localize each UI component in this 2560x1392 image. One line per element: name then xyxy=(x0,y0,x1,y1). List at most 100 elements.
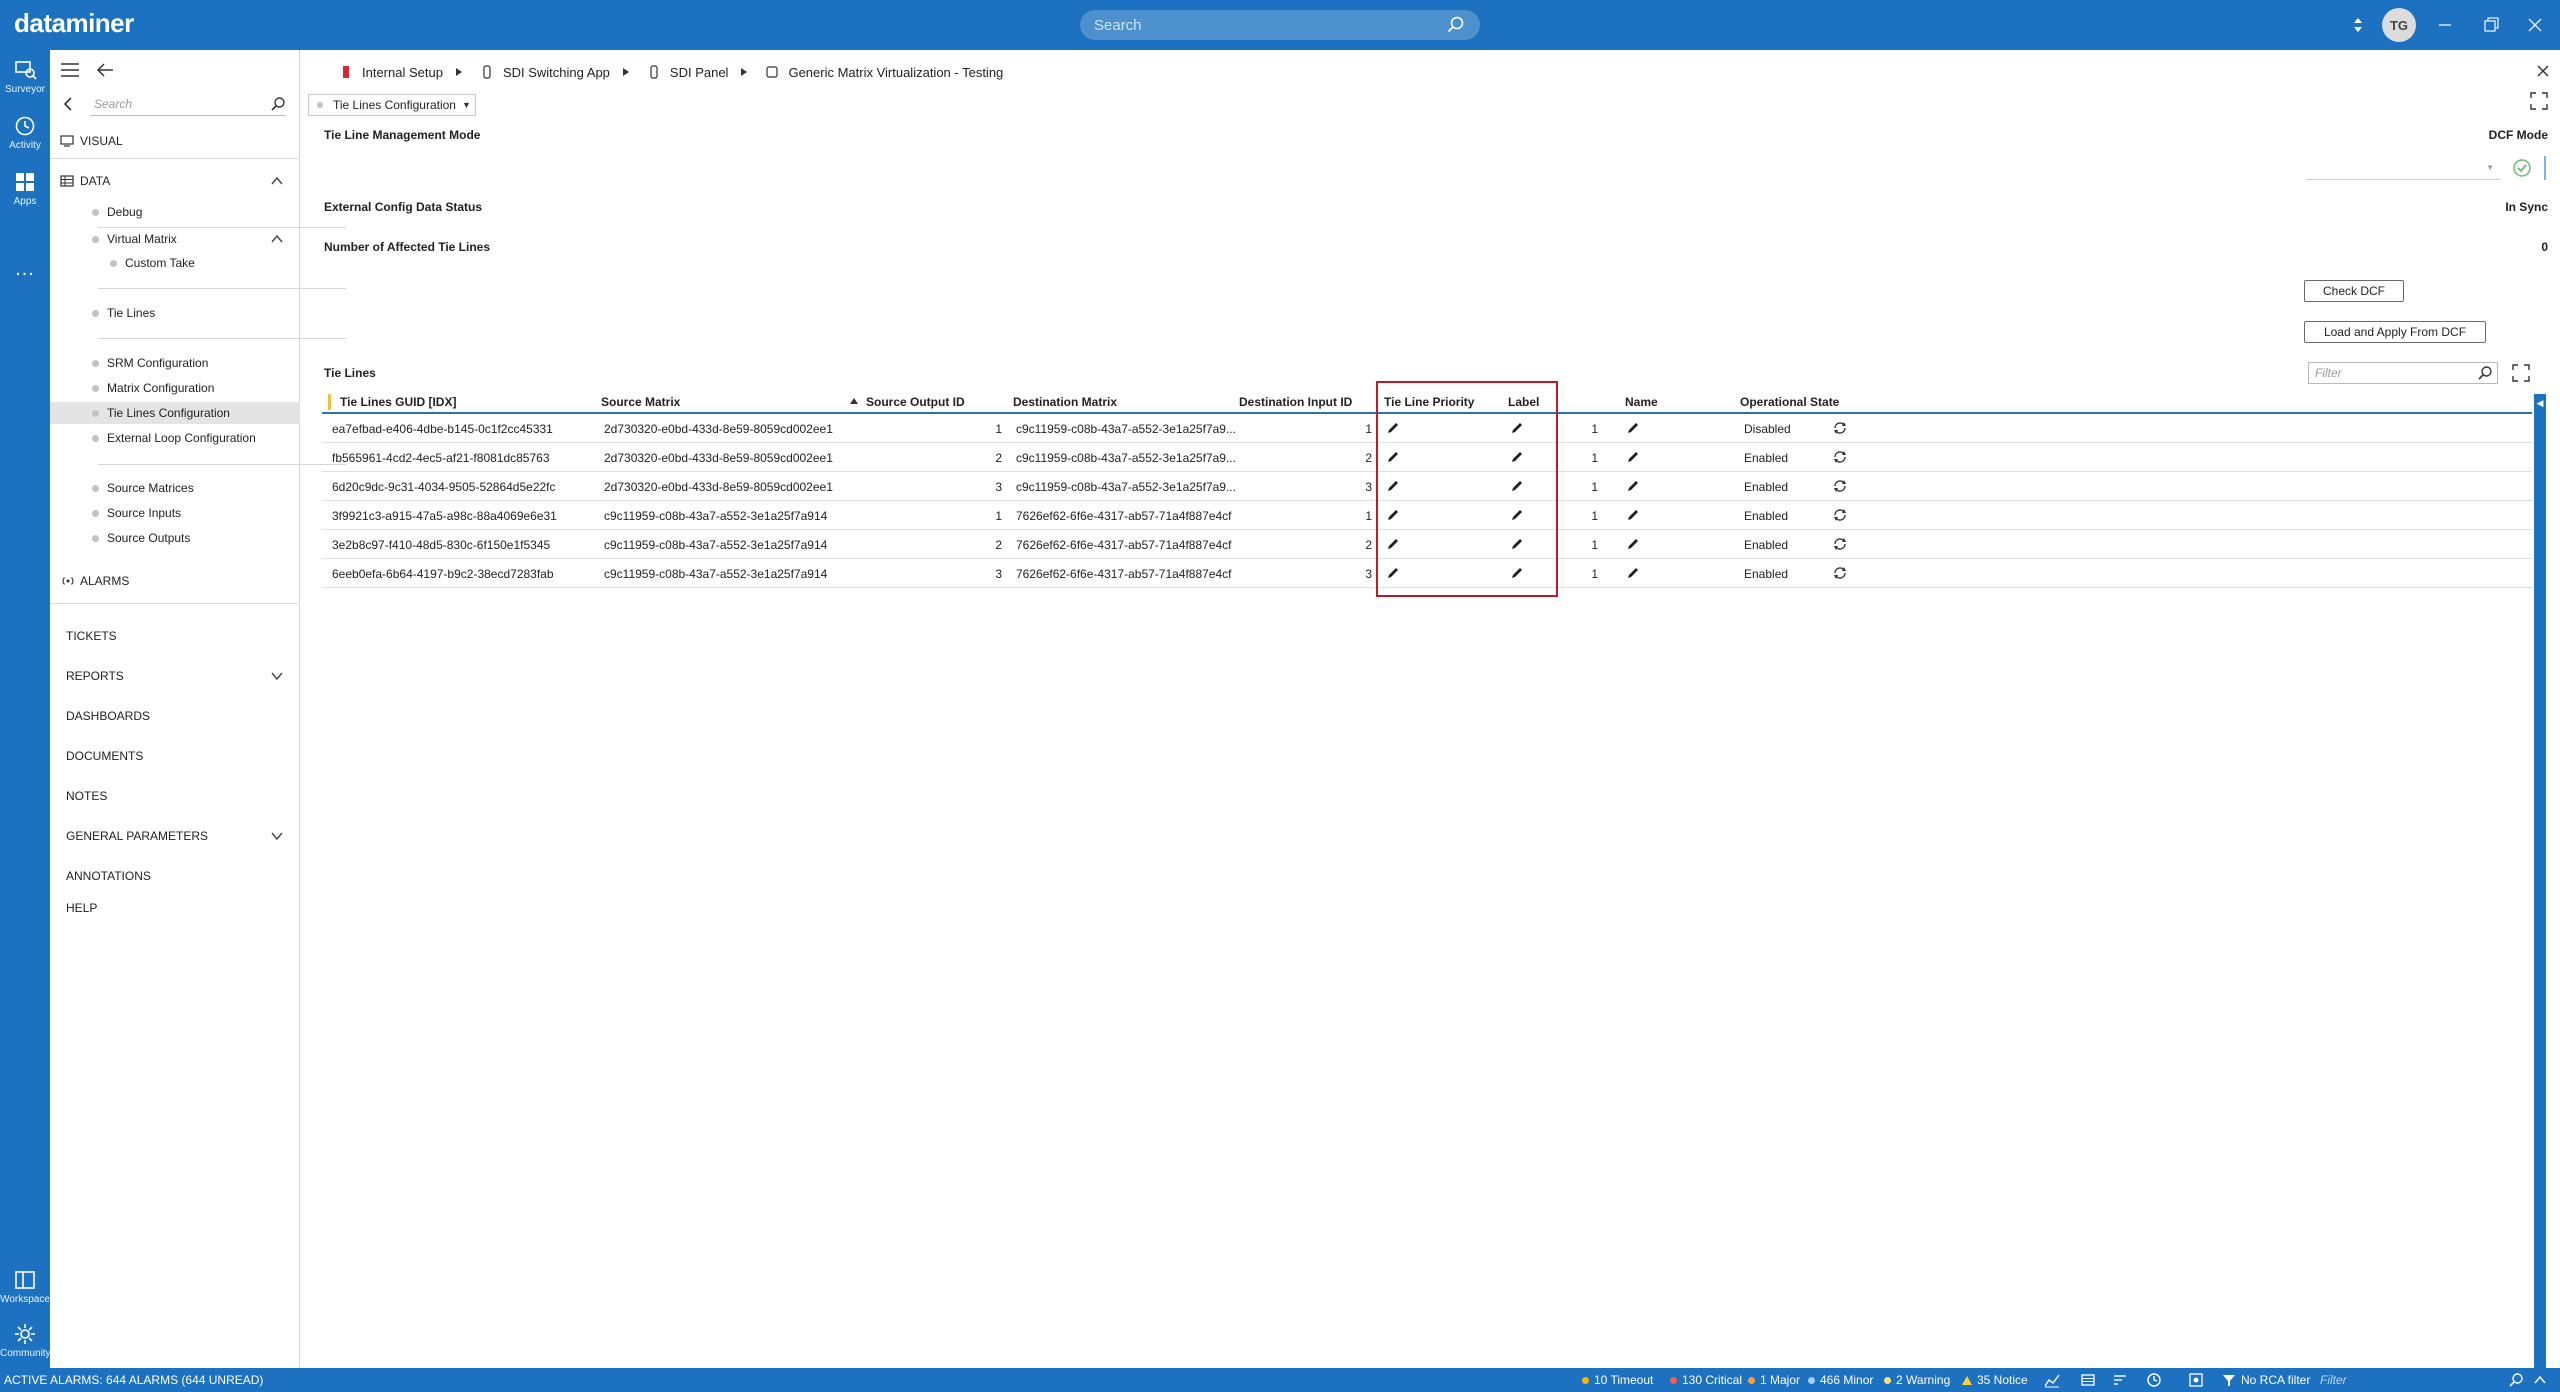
crumb-sdi-panel[interactable]: SDI Panel xyxy=(648,65,749,80)
sort-ascending-icon[interactable] xyxy=(850,398,858,404)
dataminer-logo[interactable]: dataminer xyxy=(14,8,134,39)
sidebar-item-dashboards[interactable]: DASHBOARDS xyxy=(50,705,300,727)
sidebar-item-custom-take[interactable]: Custom Take xyxy=(50,252,300,274)
rail-apps[interactable]: Apps xyxy=(0,162,50,216)
pencil-icon[interactable] xyxy=(1626,508,1640,522)
management-mode-dropdown[interactable]: ▼ xyxy=(2306,158,2500,180)
column-header-guid[interactable]: Tie Lines GUID [IDX] xyxy=(340,395,456,409)
fullscreen-icon[interactable] xyxy=(2530,92,2548,110)
rail-workspace[interactable]: Workspace xyxy=(0,1260,50,1314)
toggle-state-icon[interactable] xyxy=(1832,536,1848,552)
sidebar-item-visual[interactable]: VISUAL xyxy=(50,130,300,152)
timeout-count[interactable]: 10 Timeout xyxy=(1582,1373,1653,1387)
history-icon[interactable] xyxy=(2146,1372,2162,1388)
sidebar-item-debug[interactable]: Debug xyxy=(50,201,300,223)
back-arrow-icon[interactable] xyxy=(96,62,114,78)
caret-right-icon[interactable] xyxy=(622,67,630,77)
sidebar-item-virtual-matrix[interactable]: Virtual Matrix xyxy=(50,228,300,250)
table-filter-input[interactable] xyxy=(2315,366,2477,380)
sidebar-item-tickets[interactable]: TICKETS xyxy=(50,625,300,647)
trend-icon[interactable] xyxy=(2044,1372,2060,1388)
load-apply-dcf-button[interactable]: Load and Apply From DCF xyxy=(2304,321,2486,343)
caret-right-icon[interactable] xyxy=(740,67,748,77)
sidebar-item-help[interactable]: HELP xyxy=(50,897,300,919)
apply-check-icon[interactable] xyxy=(2512,158,2532,178)
global-search-input[interactable] xyxy=(1094,16,1446,34)
search-icon[interactable] xyxy=(2508,1372,2524,1388)
chevron-left-icon[interactable] xyxy=(60,96,76,112)
chevron-up-icon[interactable] xyxy=(270,232,284,246)
column-header-operational-state[interactable]: Operational State xyxy=(1740,395,1839,409)
column-header-source-matrix[interactable]: Source Matrix xyxy=(601,395,680,409)
sidebar-item-annotations[interactable]: ANNOTATIONS xyxy=(50,865,300,887)
sidebar-item-srm-configuration[interactable]: SRM Configuration xyxy=(50,352,300,374)
close-icon[interactable] xyxy=(2536,64,2550,78)
sidebar-item-source-inputs[interactable]: Source Inputs xyxy=(50,502,300,524)
alarm-filter[interactable] xyxy=(2320,1371,2524,1389)
column-header-destination-matrix[interactable]: Destination Matrix xyxy=(1013,395,1117,409)
restore-icon[interactable] xyxy=(2480,14,2502,36)
crumb-internal-setup[interactable]: Internal Setup xyxy=(340,65,463,80)
pencil-icon[interactable] xyxy=(1626,450,1640,464)
toggle-state-icon[interactable] xyxy=(1832,478,1848,494)
table-filter[interactable] xyxy=(2308,362,2498,384)
sidebar-search-input[interactable] xyxy=(90,96,270,111)
pencil-icon[interactable] xyxy=(1626,566,1640,580)
sidebar-item-external-loop-configuration[interactable]: External Loop Configuration xyxy=(50,427,300,449)
sidebar-item-tie-lines[interactable]: Tie Lines xyxy=(50,302,300,324)
sidebar-item-matrix-configuration[interactable]: Matrix Configuration xyxy=(50,377,300,399)
crumb-sdi-switching-app[interactable]: SDI Switching App xyxy=(481,65,630,80)
chevron-down-icon[interactable] xyxy=(270,669,284,683)
sort-lines-icon[interactable] xyxy=(2112,1372,2128,1388)
sidebar-item-source-outputs[interactable]: Source Outputs xyxy=(50,527,300,549)
search-icon[interactable] xyxy=(2477,365,2493,381)
active-alarms-summary[interactable]: ACTIVE ALARMS: 644 ALARMS (644 UNREAD) xyxy=(4,1373,263,1387)
focus-icon[interactable] xyxy=(2188,1372,2204,1388)
warning-count[interactable]: 2 Warning xyxy=(1884,1373,1950,1387)
pencil-icon[interactable] xyxy=(1626,421,1640,435)
global-search[interactable] xyxy=(1080,10,1480,40)
rca-filter[interactable]: No RCA filter xyxy=(2222,1373,2310,1387)
caret-right-icon[interactable] xyxy=(455,67,463,77)
chevron-up-icon[interactable] xyxy=(2532,1372,2548,1388)
critical-count[interactable]: 130 Critical xyxy=(1670,1373,1742,1387)
crumb-generic-matrix[interactable]: Generic Matrix Virtualization - Testing xyxy=(766,65,1003,80)
chevron-down-icon[interactable] xyxy=(270,829,284,843)
column-header-source-output[interactable]: Source Output ID xyxy=(866,395,965,409)
vertical-scrollbar[interactable]: ◀ xyxy=(2534,394,2546,1368)
sidebar-search[interactable] xyxy=(90,92,286,116)
page-selector-dropdown[interactable]: Tie Lines Configuration ▼ xyxy=(308,94,476,116)
major-count[interactable]: 1 Major xyxy=(1748,1373,1800,1387)
rail-community[interactable]: Community xyxy=(0,1314,51,1368)
toggle-state-icon[interactable] xyxy=(1832,420,1848,436)
column-header-name[interactable]: Name xyxy=(1625,395,1658,409)
search-icon[interactable] xyxy=(1446,15,1466,35)
minor-count[interactable]: 466 Minor xyxy=(1808,1373,1873,1387)
more-apps-icon[interactable]: ... xyxy=(0,258,50,281)
check-dcf-button[interactable]: Check DCF xyxy=(2304,280,2404,302)
list-view-icon[interactable] xyxy=(2080,1372,2096,1388)
toggle-state-icon[interactable] xyxy=(1832,565,1848,581)
alarm-filter-input[interactable] xyxy=(2320,1373,2508,1387)
sidebar-item-source-matrices[interactable]: Source Matrices xyxy=(50,477,300,499)
close-window-icon[interactable] xyxy=(2524,14,2546,36)
hamburger-menu-icon[interactable] xyxy=(60,62,80,78)
sidebar-item-general-parameters[interactable]: GENERAL PARAMETERS xyxy=(50,825,300,847)
minimize-icon[interactable] xyxy=(2434,14,2456,36)
notice-count[interactable]: 35 Notice xyxy=(1962,1373,2028,1387)
fullscreen-icon[interactable] xyxy=(2512,364,2530,382)
rail-surveyor[interactable]: Surveyor xyxy=(0,50,50,104)
sort-icon[interactable] xyxy=(2350,16,2366,34)
sidebar-item-reports[interactable]: REPORTS xyxy=(50,665,300,687)
sidebar-item-documents[interactable]: DOCUMENTS xyxy=(50,745,300,767)
sidebar-item-tie-lines-configuration[interactable]: Tie Lines Configuration xyxy=(50,402,300,424)
sidebar-item-data[interactable]: DATA xyxy=(50,170,300,192)
toggle-state-icon[interactable] xyxy=(1832,507,1848,523)
pencil-icon[interactable] xyxy=(1626,537,1640,551)
toggle-state-icon[interactable] xyxy=(1832,449,1848,465)
sidebar-item-notes[interactable]: NOTES xyxy=(50,785,300,807)
search-icon[interactable] xyxy=(270,96,286,112)
sidebar-item-alarms[interactable]: ALARMS xyxy=(50,570,300,592)
pencil-icon[interactable] xyxy=(1626,479,1640,493)
rail-activity[interactable]: Activity xyxy=(0,106,50,160)
